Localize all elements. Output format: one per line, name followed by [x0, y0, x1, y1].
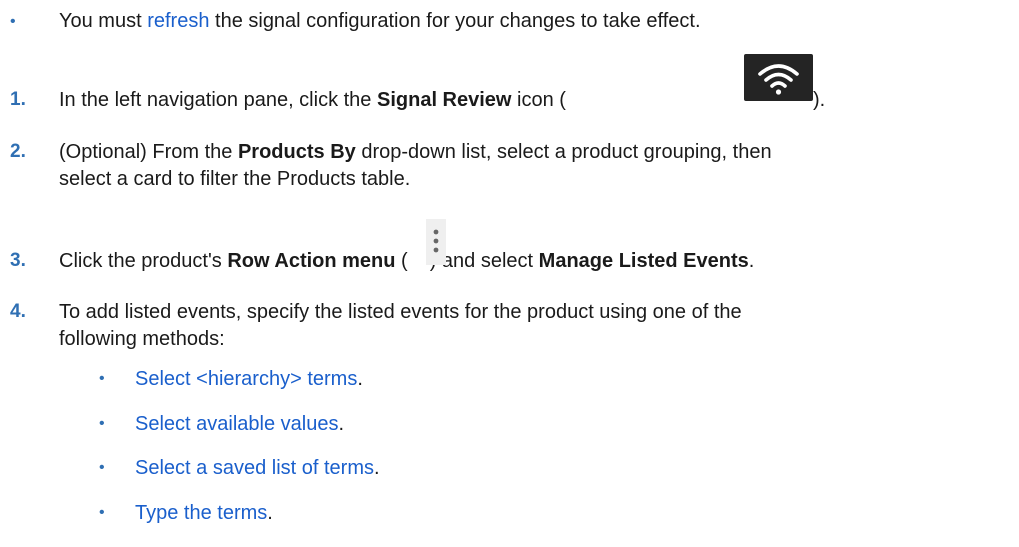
method-bullet: • — [99, 504, 105, 521]
document-page: { "note": { "before": "You must ", "link… — [0, 0, 1019, 547]
method-bullet: • — [99, 415, 105, 432]
step-4-line-1: To add listed events, specify the listed… — [59, 301, 742, 323]
step-2-number: 2. — [10, 141, 26, 162]
step-4-line-2: following methods: — [59, 328, 225, 350]
select-saved-list-link[interactable]: Select a saved list of terms — [135, 457, 374, 479]
note-text: You must refresh the signal configuratio… — [59, 10, 701, 32]
select-available-values-link[interactable]: Select available values — [135, 413, 338, 435]
step-3-text: Click the product's Row Action menu () a… — [59, 250, 755, 272]
method-item: Type the terms. — [135, 502, 273, 524]
row-action-menu-label: Row Action menu — [227, 250, 396, 272]
signal-review-label: Signal Review — [376, 89, 512, 111]
step-1-text: In the left navigation pane, click the S… — [59, 89, 566, 111]
note-bullet: • — [10, 13, 16, 30]
wifi-icon — [744, 54, 813, 101]
method-item: Select a saved list of terms. — [135, 457, 380, 479]
step-1-close: ). — [813, 89, 826, 111]
method-bullet: • — [99, 370, 105, 387]
method-item: Select available values. — [135, 413, 345, 435]
select-hierarchy-terms-link[interactable]: Select <hierarchy> terms — [135, 368, 357, 390]
products-by-label: Products By — [237, 141, 356, 163]
step-4-number: 4. — [10, 301, 26, 322]
type-the-terms-link[interactable]: Type the terms — [135, 502, 267, 524]
step-2-line-1: (Optional) From the Products By drop-dow… — [59, 141, 772, 163]
step-1-number: 1. — [10, 89, 26, 110]
method-item: Select <hierarchy> terms. — [135, 368, 363, 390]
method-bullet: • — [99, 459, 105, 476]
refresh-link[interactable]: refresh — [147, 10, 209, 32]
step-3-number: 3. — [10, 250, 26, 271]
manage-listed-events-label: Manage Listed Events — [538, 250, 749, 272]
step-2-line-2: select a card to filter the Products tab… — [59, 168, 411, 190]
kebab-menu-icon — [426, 219, 446, 265]
